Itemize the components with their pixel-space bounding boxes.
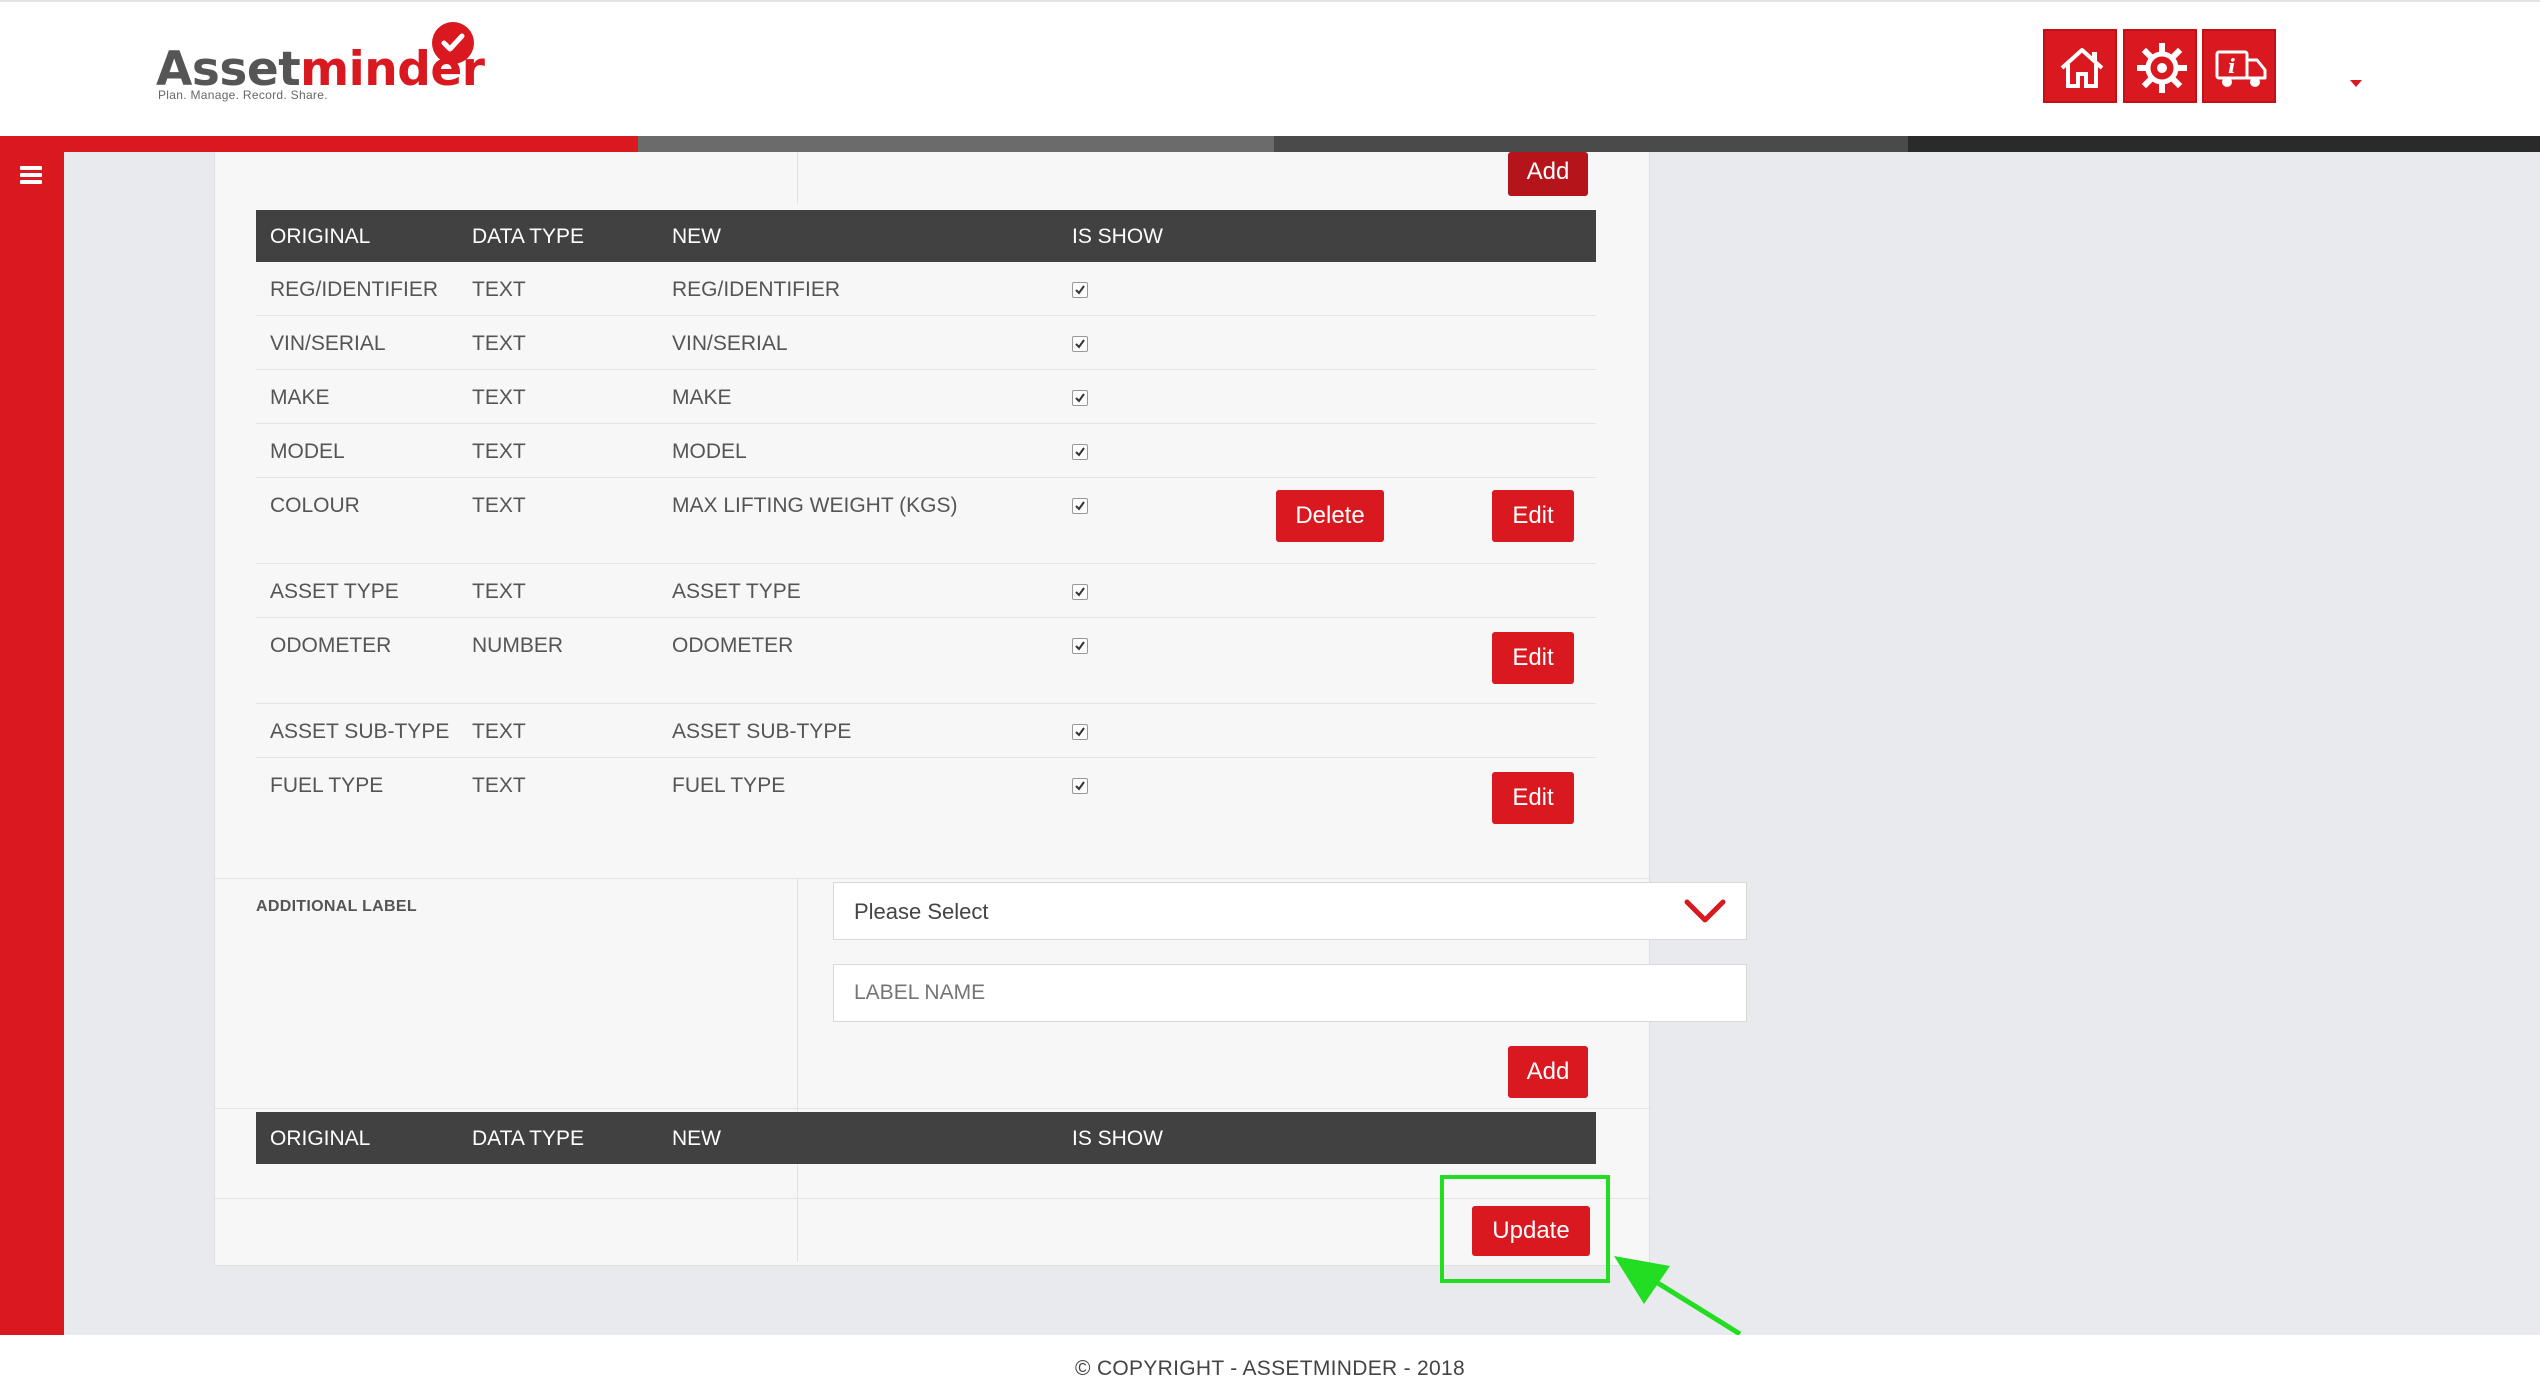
assetminder-logo[interactable]: Assetminder Plan. Manage. Record. Share. — [156, 20, 486, 110]
table-row: VIN/SERIAL TEXT VIN/SERIAL — [256, 316, 1596, 370]
col-new: NEW — [672, 225, 721, 248]
checkmark-icon — [432, 22, 474, 64]
is-show-checkbox[interactable] — [1072, 336, 1088, 352]
is-show-checkbox[interactable] — [1072, 444, 1088, 460]
col-original: ORIGINAL — [270, 225, 371, 248]
cell-type: NUMBER — [472, 634, 564, 657]
cell-new: REG/IDENTIFIER — [672, 278, 841, 301]
svg-text:i: i — [2228, 54, 2236, 78]
cell-new: ASSET SUB-TYPE — [672, 720, 852, 743]
update-highlight-box — [1440, 1175, 1610, 1283]
cell-original: ASSET SUB-TYPE — [270, 720, 450, 743]
settings-icon — [2137, 43, 2187, 93]
cell-original: MAKE — [270, 386, 330, 409]
col-data-type: DATA TYPE — [472, 1127, 585, 1150]
cell-original: REG/IDENTIFIER — [270, 278, 439, 301]
cell-new: ODOMETER — [672, 634, 794, 657]
delete-button[interactable]: Delete — [1276, 490, 1384, 542]
cell-new: MAX LIFTING WEIGHT (KGS) — [672, 494, 958, 517]
top-add-button[interactable]: Add — [1508, 152, 1588, 196]
select-value: Please Select — [854, 899, 989, 924]
additional-label-heading: ADDITIONAL LABEL — [256, 898, 417, 915]
is-show-checkbox[interactable] — [1072, 778, 1088, 794]
table-header: ORIGINAL DATA TYPE NEW IS SHOW — [256, 210, 1596, 262]
is-show-checkbox[interactable] — [1072, 282, 1088, 298]
table-row: FUEL TYPE TEXT FUEL TYPE Edit — [256, 758, 1596, 844]
hamburger-menu-icon[interactable] — [20, 166, 42, 184]
is-show-checkbox[interactable] — [1072, 638, 1088, 654]
cell-original: ODOMETER — [270, 634, 392, 657]
sidebar — [0, 152, 64, 1335]
is-show-checkbox[interactable] — [1072, 584, 1088, 600]
col-original: ORIGINAL — [270, 1127, 371, 1150]
cell-original: FUEL TYPE — [270, 774, 384, 797]
additional-add-button[interactable]: Add — [1508, 1046, 1588, 1098]
label-name-input[interactable] — [833, 964, 1747, 1022]
user-dropdown-caret-icon[interactable] — [2350, 80, 2362, 87]
cell-new: ASSET TYPE — [672, 580, 801, 603]
label-type-select[interactable]: Please Select — [833, 882, 1747, 940]
table-row: REG/IDENTIFIER TEXT REG/IDENTIFIER — [256, 262, 1596, 316]
settings-button[interactable] — [2123, 29, 2197, 103]
cell-type: TEXT — [472, 720, 526, 743]
is-show-checkbox[interactable] — [1072, 498, 1088, 514]
is-show-checkbox[interactable] — [1072, 390, 1088, 406]
cell-original: COLOUR — [270, 494, 360, 517]
vehicle-info-button[interactable]: i — [2202, 29, 2276, 103]
home-button[interactable] — [2043, 29, 2117, 103]
cell-original: ASSET TYPE — [270, 580, 399, 603]
footer-copyright: © COPYRIGHT - ASSETMINDER - 2018 — [0, 1335, 2540, 1398]
progress-segment-1 — [0, 136, 638, 152]
section-divider — [215, 878, 1651, 879]
home-icon — [2060, 48, 2104, 88]
chevron-down-icon — [1684, 899, 1726, 923]
cell-type: TEXT — [472, 580, 526, 603]
cell-type: TEXT — [472, 494, 526, 517]
section-divider — [215, 1108, 1651, 1109]
table-row: COLOUR TEXT MAX LIFTING WEIGHT (KGS) Del… — [256, 478, 1596, 564]
progress-segment-4 — [1908, 136, 2540, 152]
col-is-show: IS SHOW — [1072, 225, 1164, 248]
table-row: MAKE TEXT MAKE — [256, 370, 1596, 424]
progress-segment-3 — [1274, 136, 1908, 152]
main-content: Add ORIGINAL DATA TYPE NEW IS SHOW REG/I… — [64, 152, 2540, 1335]
table-row: ASSET TYPE TEXT ASSET TYPE — [256, 564, 1596, 618]
col-new: NEW — [672, 1127, 721, 1150]
progress-segment-2 — [638, 136, 1274, 152]
cell-type: TEXT — [472, 774, 526, 797]
table2-header: ORIGINAL DATA TYPE NEW IS SHOW — [256, 1112, 1596, 1164]
col-is-show: IS SHOW — [1072, 1127, 1164, 1150]
edit-button[interactable]: Edit — [1492, 772, 1574, 824]
table-row: MODEL TEXT MODEL — [256, 424, 1596, 478]
section-divider — [215, 1198, 1651, 1199]
cell-new: FUEL TYPE — [672, 774, 786, 797]
vehicle-info-icon: i — [2215, 50, 2267, 87]
app-header: Assetminder Plan. Manage. Record. Share. — [0, 0, 2540, 136]
cell-type: TEXT — [472, 440, 526, 463]
cell-type: TEXT — [472, 386, 526, 409]
column-divider — [797, 878, 798, 1262]
cell-type: TEXT — [472, 332, 526, 355]
cell-original: VIN/SERIAL — [270, 332, 386, 355]
cell-new: MAKE — [672, 386, 732, 409]
table-row: ODOMETER NUMBER ODOMETER Edit — [256, 618, 1596, 704]
edit-button[interactable]: Edit — [1492, 632, 1574, 684]
cell-type: TEXT — [472, 278, 526, 301]
settings-panel: Add ORIGINAL DATA TYPE NEW IS SHOW REG/I… — [214, 152, 1747, 1266]
is-show-checkbox[interactable] — [1072, 724, 1088, 740]
table-body: REG/IDENTIFIER TEXT REG/IDENTIFIER VIN/S… — [256, 262, 1596, 844]
edit-button[interactable]: Edit — [1492, 490, 1574, 542]
cell-new: VIN/SERIAL — [672, 332, 788, 355]
column-divider — [797, 152, 798, 204]
logo-tagline: Plan. Manage. Record. Share. — [158, 88, 328, 102]
col-data-type: DATA TYPE — [472, 225, 585, 248]
cell-original: MODEL — [270, 440, 345, 463]
table-row: ASSET SUB-TYPE TEXT ASSET SUB-TYPE — [256, 704, 1596, 758]
pointer-arrow-icon — [1614, 1256, 1742, 1337]
cell-new: MODEL — [672, 440, 747, 463]
